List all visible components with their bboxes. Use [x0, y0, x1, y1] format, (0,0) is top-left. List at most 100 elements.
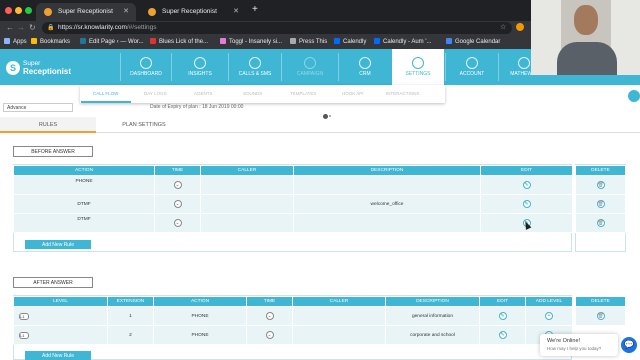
- cell-action: PHONE: [153, 325, 247, 345]
- chevron-down-icon[interactable]: ⌄: [173, 181, 182, 189]
- bookmark-google-calendar[interactable]: Google Calendar: [446, 38, 500, 45]
- nav-account[interactable]: ACCOUNT: [446, 49, 498, 85]
- crm-icon: [359, 57, 371, 69]
- dashboard-icon: [140, 57, 152, 69]
- trash-icon[interactable]: 🗑: [596, 312, 605, 320]
- calendly-icon: [374, 38, 380, 44]
- after-add-rule-button[interactable]: Add New Rule: [25, 351, 91, 360]
- bookmark-blues-lick[interactable]: Blues Lick of the...: [150, 38, 208, 45]
- close-window-dot[interactable]: [5, 7, 12, 14]
- tab-close-icon[interactable]: ✕: [233, 7, 239, 15]
- cell-caller: [200, 194, 294, 214]
- presenter-shirt: [557, 42, 617, 75]
- chevron-down-icon[interactable]: ⌄: [265, 312, 274, 320]
- level-badge[interactable]: L1: [19, 312, 29, 320]
- nav-settings[interactable]: SETTINGS: [392, 49, 444, 85]
- subtab-day-logs[interactable]: DAY LOGS: [144, 91, 167, 96]
- chevron-down-icon[interactable]: ⌄: [265, 331, 274, 339]
- browser-tab-2[interactable]: Super Receptionist ✕: [140, 3, 246, 21]
- table-row: L1 1 PHONE ⌄ general information ✎ +: [13, 306, 573, 326]
- music-icon: [150, 38, 156, 44]
- mode-select[interactable]: Advance: [3, 103, 73, 112]
- nav-campaign[interactable]: CAMPAIGN: [282, 49, 338, 85]
- bookmark-toggl[interactable]: Toggl - Insanely si...: [220, 38, 282, 45]
- page-tabs: RULES PLAN SETTINGS: [0, 117, 640, 133]
- chevron-down-icon[interactable]: ⌄: [173, 200, 182, 208]
- url-field[interactable]: 🔒 https://sr.knowlarity.com/#/settings: [42, 22, 512, 34]
- trash-icon[interactable]: 🗑: [596, 181, 605, 189]
- subtab-hook-api[interactable]: HOOK API: [342, 91, 364, 96]
- table-row: DTMF ⌄ ✎: [13, 213, 573, 233]
- forward-arrow-icon[interactable]: →: [17, 23, 25, 32]
- campaign-icon: [304, 57, 316, 69]
- cell-level: L1: [13, 325, 108, 345]
- presenter-video: [531, 0, 640, 75]
- back-arrow-icon[interactable]: ←: [6, 23, 14, 32]
- nav-insights[interactable]: INSIGHTS: [172, 49, 228, 85]
- level-badge[interactable]: L1: [19, 331, 29, 339]
- tab-close-icon[interactable]: ✕: [123, 7, 129, 15]
- app-logo[interactable]: S Super Receptionist: [6, 59, 106, 81]
- table-row: PHONE ⌄ ✎: [13, 175, 573, 195]
- reload-icon[interactable]: ↻: [29, 23, 36, 32]
- chat-title: We're Online!: [547, 338, 581, 344]
- extension-icon[interactable]: [516, 23, 524, 31]
- edit-pencil-icon[interactable]: ✎: [498, 331, 507, 339]
- col-time: TIME: [154, 165, 201, 176]
- plan-expiry-text: Date of Expiry of plan : 18 Jun 2019 00:…: [150, 104, 244, 110]
- logo-line1: Super: [23, 60, 41, 67]
- subtab-sounds[interactable]: SOUNDS: [243, 91, 262, 96]
- edit-pencil-icon[interactable]: ✎: [522, 181, 531, 189]
- cell-time: ⌄: [154, 175, 201, 195]
- zoom-window-dot[interactable]: [25, 7, 32, 14]
- col-level: LEVEL: [13, 296, 108, 307]
- subnav-active-indicator: [81, 101, 131, 103]
- trash-icon[interactable]: 🗑: [596, 200, 605, 208]
- side-panel-toggle[interactable]: [628, 90, 640, 102]
- phone-icon: [249, 57, 261, 69]
- chat-subtitle: How may I help you today?: [547, 346, 602, 351]
- chat-bubble-icon[interactable]: 💬: [621, 337, 637, 353]
- nav-dashboard[interactable]: DASHBOARD: [121, 49, 171, 85]
- cell-description: [293, 213, 481, 233]
- add-level-icon[interactable]: +: [545, 312, 553, 320]
- cell-time: ⌄: [246, 306, 293, 326]
- nav-crm[interactable]: CRM: [339, 49, 391, 85]
- cell-description: [293, 175, 481, 195]
- toggl-icon: [220, 38, 226, 44]
- new-tab-button[interactable]: +: [252, 4, 258, 15]
- chevron-down-icon[interactable]: ⌄: [173, 219, 182, 227]
- cell-edit: ✎: [480, 194, 573, 214]
- subtab-agents[interactable]: AGENTS: [194, 91, 213, 96]
- edit-pencil-icon[interactable]: ✎: [498, 312, 507, 320]
- calendar-icon: [446, 38, 452, 44]
- subtab-call-flow[interactable]: CALL FLOW: [93, 91, 118, 96]
- minimize-window-dot[interactable]: [15, 7, 22, 14]
- after-answer-table: LEVEL EXTENSION ACTION TIME CALLER DESCR…: [13, 296, 573, 345]
- tab-plan-settings[interactable]: PLAN SETTINGS: [96, 117, 192, 133]
- chat-widget[interactable]: We're Online! How may I help you today?: [540, 334, 618, 356]
- cell-action: PHONE: [153, 306, 247, 326]
- bookmark-apps[interactable]: Apps: [4, 38, 27, 45]
- favicon-icon: [148, 8, 156, 16]
- bookmark-star-icon[interactable]: ☆: [500, 23, 506, 31]
- col-time: TIME: [246, 296, 293, 307]
- bookmark-calendly-aum[interactable]: Calendly - Aum '...: [374, 38, 432, 45]
- favicon-icon: [44, 8, 52, 16]
- url-path: /#/settings: [126, 24, 157, 31]
- bookmark-press-this[interactable]: Press This: [290, 38, 327, 45]
- bookmark-calendly[interactable]: Calendly: [334, 38, 366, 45]
- nav-calls-sms[interactable]: CALLS & SMS: [229, 49, 281, 85]
- cell-edit: ✎: [480, 175, 573, 195]
- cell-description: welcome_office: [293, 194, 481, 214]
- after-delete-table: DELETE 🗑: [575, 296, 626, 326]
- tab-rules[interactable]: RULES: [0, 117, 96, 133]
- before-add-rule-button[interactable]: Add New Rule: [25, 240, 91, 249]
- subtab-interactions[interactable]: INTERACTIONS: [386, 91, 420, 96]
- browser-tab-1[interactable]: Super Receptionist ✕: [36, 3, 136, 21]
- bookmark-edit-page[interactable]: Edit Page ‹ — Wor...: [80, 38, 144, 45]
- bookmark-bookmarks[interactable]: Bookmarks: [31, 38, 70, 45]
- edit-pencil-icon[interactable]: ✎: [522, 200, 531, 208]
- trash-icon[interactable]: 🗑: [596, 219, 605, 227]
- subtab-templates[interactable]: TEMPLATES: [290, 91, 316, 96]
